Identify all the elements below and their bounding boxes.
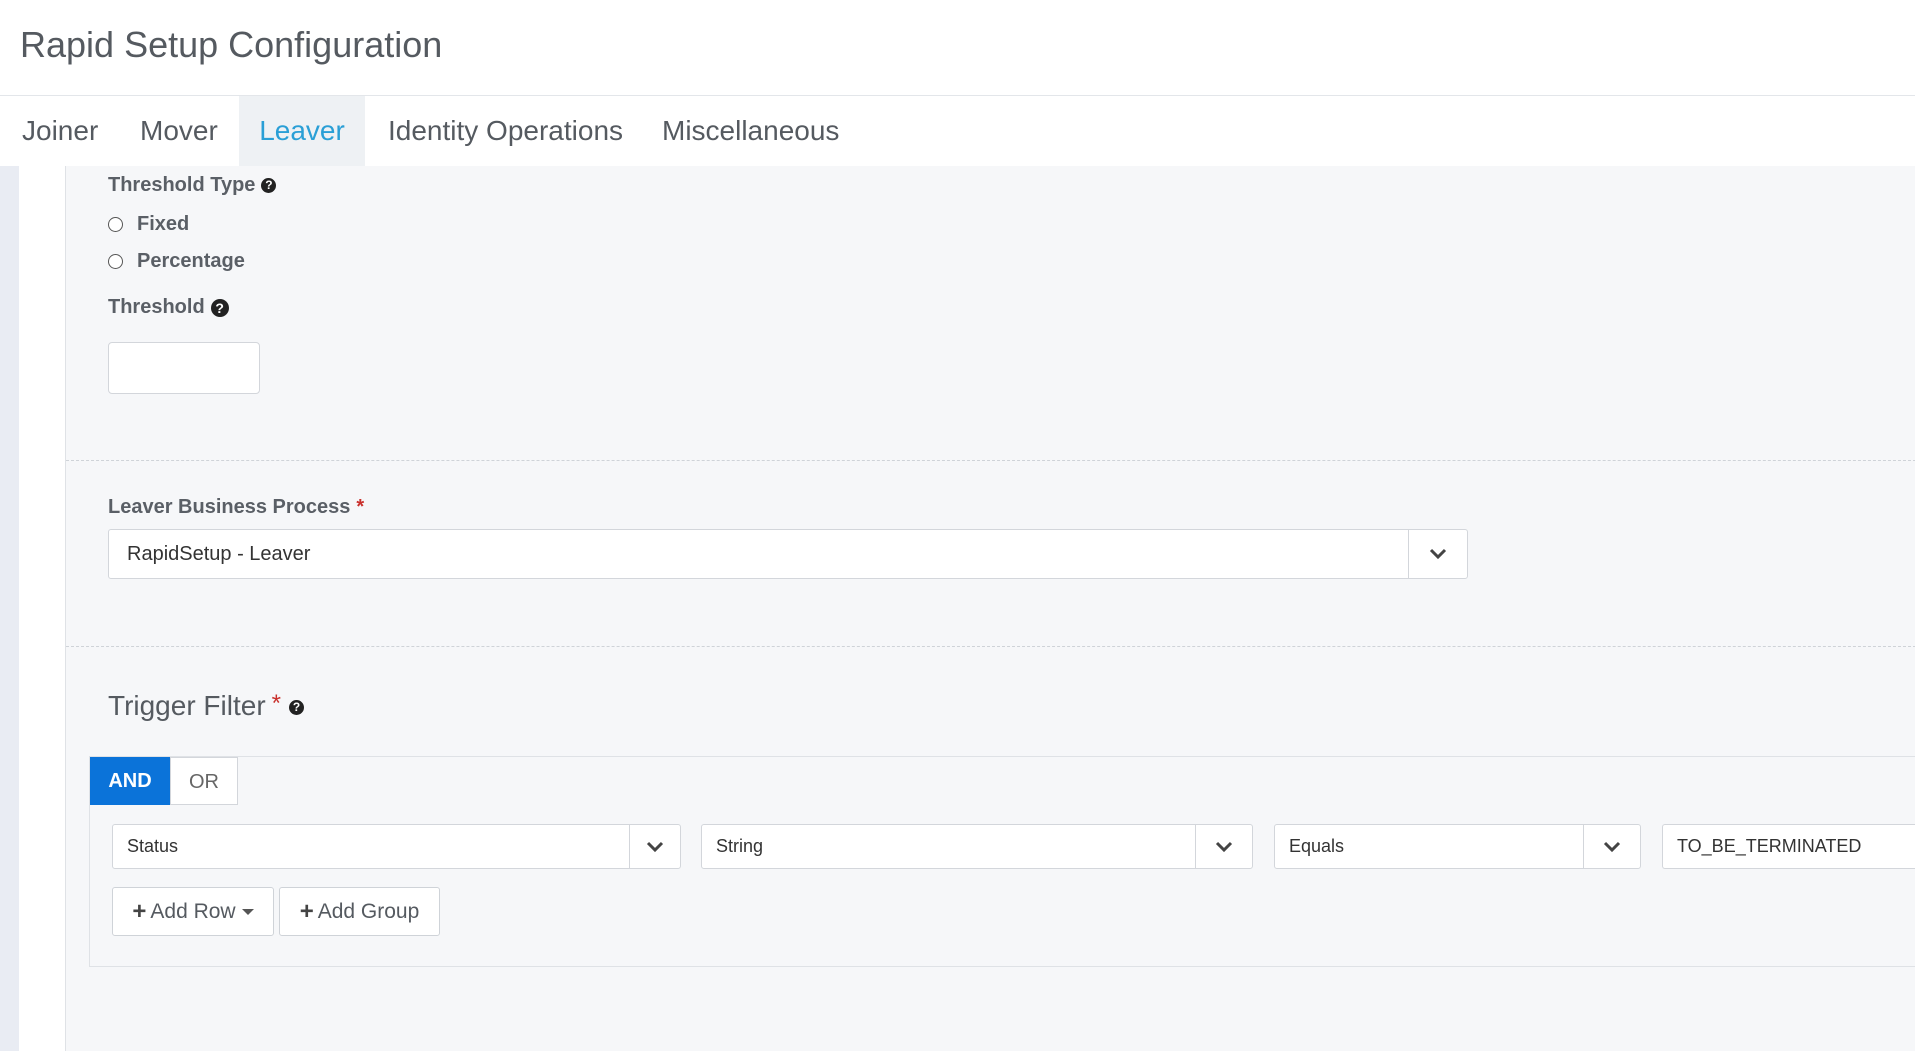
content-area: Threshold Type? Fixed Percentage Thresho… xyxy=(19,166,1915,1051)
chevron-down-icon xyxy=(1603,841,1621,852)
trigger-filter-title: Trigger Filter xyxy=(108,690,266,721)
rule-field-select[interactable]: Status xyxy=(112,824,681,869)
rule-operator-select[interactable]: Equals xyxy=(1274,824,1641,869)
rule-value-input[interactable]: TO_BE_TERMINATED xyxy=(1662,824,1915,869)
section-divider xyxy=(66,646,1915,647)
radio-button[interactable] xyxy=(108,217,123,232)
rule-field-value: Status xyxy=(127,836,179,856)
threshold-type-label-wrap: Threshold Type? xyxy=(108,174,277,197)
tab-identity-operations[interactable]: Identity Operations xyxy=(366,96,645,166)
add-group-button[interactable]: + Add Group xyxy=(279,887,440,936)
business-process-label: Leaver Business Process xyxy=(108,496,351,518)
add-group-label: Add Group xyxy=(317,899,420,923)
chevron-down-icon xyxy=(646,841,664,852)
leaver-panel: Threshold Type? Fixed Percentage Thresho… xyxy=(65,166,1915,1051)
rule-type-caret[interactable] xyxy=(1195,825,1252,868)
add-row-label: Add Row xyxy=(150,899,236,923)
add-row-button[interactable]: + Add Row xyxy=(112,887,274,936)
plus-icon: + xyxy=(132,897,147,925)
business-process-label-wrap: Leaver Business Process * xyxy=(108,496,364,519)
question-circle-icon[interactable]: ? xyxy=(289,700,304,716)
plus-icon: + xyxy=(299,897,314,925)
radio-fixed[interactable]: Fixed xyxy=(108,213,189,236)
threshold-label: Threshold xyxy=(108,296,205,318)
rule-field-caret[interactable] xyxy=(629,825,680,868)
page-header: Rapid Setup Configuration xyxy=(0,0,1915,96)
required-marker: * xyxy=(271,690,281,717)
business-process-caret[interactable] xyxy=(1408,530,1467,578)
rule-type-select[interactable]: String xyxy=(701,824,1253,869)
rule-type-value: String xyxy=(716,836,764,856)
or-button[interactable]: OR xyxy=(170,757,238,805)
chevron-down-icon xyxy=(1215,841,1233,852)
rule-operator-caret[interactable] xyxy=(1583,825,1640,868)
and-button[interactable]: AND xyxy=(90,757,170,805)
tab-leaver[interactable]: Leaver xyxy=(239,96,365,166)
caret-down-icon xyxy=(241,908,254,915)
radio-button[interactable] xyxy=(108,254,123,269)
tab-miscellaneous[interactable]: Miscellaneous xyxy=(640,96,861,166)
radio-fixed-label: Fixed xyxy=(137,213,190,235)
rule-value-text: TO_BE_TERMINATED xyxy=(1677,836,1862,856)
required-marker: * xyxy=(356,496,365,518)
threshold-type-label: Threshold Type xyxy=(108,174,256,196)
threshold-input[interactable] xyxy=(108,342,260,394)
business-process-select[interactable]: RapidSetup - Leaver xyxy=(108,529,1468,579)
side-strip xyxy=(0,166,19,1051)
trigger-filter-title-wrap: Trigger Filter *? xyxy=(108,690,304,722)
question-circle-icon[interactable]: ? xyxy=(261,178,277,194)
question-circle-icon[interactable]: ? xyxy=(210,298,229,317)
tab-joiner[interactable]: Joiner xyxy=(0,96,120,166)
tab-bar: Joiner Mover Leaver Identity Operations … xyxy=(0,96,1915,167)
radio-percentage-label: Percentage xyxy=(137,250,245,272)
rule-operator-value: Equals xyxy=(1289,836,1345,856)
chevron-down-icon xyxy=(1429,548,1447,560)
page-title: Rapid Setup Configuration xyxy=(20,24,443,65)
radio-percentage[interactable]: Percentage xyxy=(108,250,245,273)
tab-mover[interactable]: Mover xyxy=(118,96,240,166)
section-divider xyxy=(66,460,1915,461)
trigger-filter-builder: AND OR Status String Equals TO_BE_TERMIN… xyxy=(89,756,1915,967)
threshold-label-wrap: Threshold? xyxy=(108,296,229,319)
business-process-value: RapidSetup - Leaver xyxy=(127,543,311,565)
